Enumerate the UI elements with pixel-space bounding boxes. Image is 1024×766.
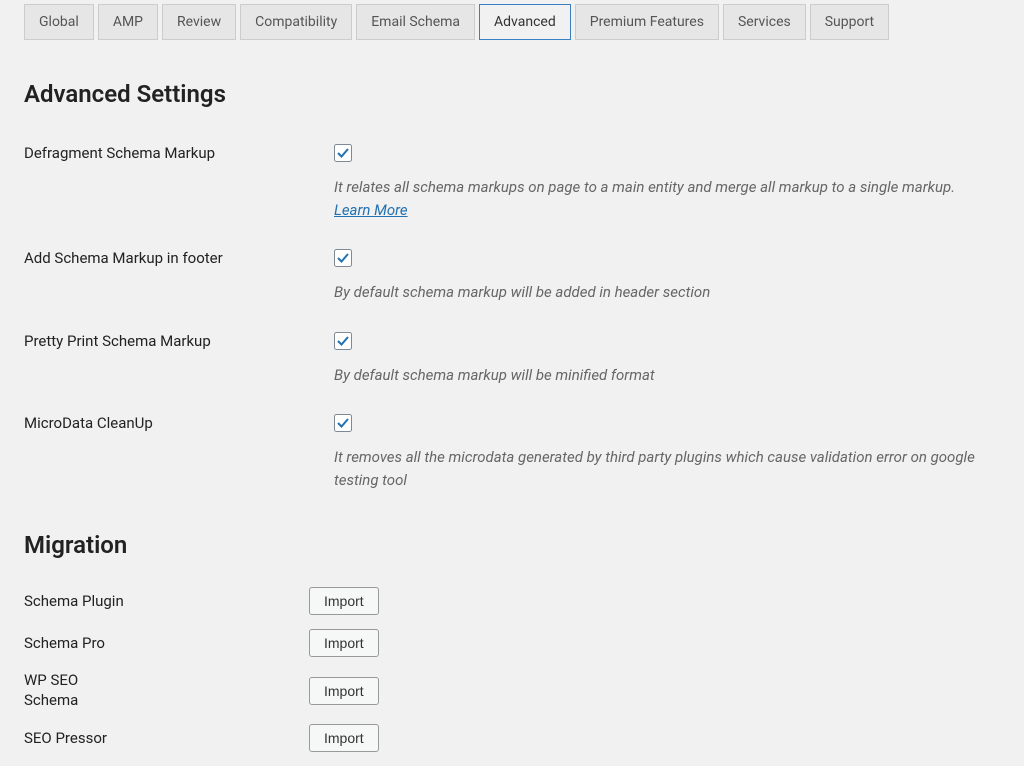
content-area: Advanced Settings Defragment Schema Mark…: [0, 40, 1024, 752]
import-seo-pressor-button[interactable]: Import: [309, 724, 379, 752]
tab-amp[interactable]: AMP: [98, 4, 158, 40]
tab-advanced[interactable]: Advanced: [479, 4, 571, 40]
label-wp-seo-schema: WP SEO Schema: [24, 671, 114, 710]
row-footer: Add Schema Markup in footer By default s…: [24, 249, 1000, 304]
checkbox-checked-icon: [334, 144, 352, 162]
tab-global[interactable]: Global: [24, 4, 94, 40]
label-pretty: Pretty Print Schema Markup: [24, 332, 334, 350]
description-pretty: By default schema markup will be minifie…: [334, 364, 994, 387]
tabs-nav: Global AMP Review Compatibility Email Sc…: [0, 4, 1024, 40]
tab-support[interactable]: Support: [810, 4, 889, 40]
checkbox-checked-icon: [334, 332, 352, 350]
checkbox-microdata[interactable]: [334, 414, 1000, 436]
row-seo-pressor: SEO Pressor Import: [24, 724, 1000, 752]
label-microdata: MicroData CleanUp: [24, 414, 334, 432]
import-schema-plugin-button[interactable]: Import: [309, 587, 379, 615]
label-schema-plugin: Schema Plugin: [24, 592, 309, 610]
import-schema-pro-button[interactable]: Import: [309, 629, 379, 657]
label-seo-pressor: SEO Pressor: [24, 729, 309, 747]
row-defragment: Defragment Schema Markup It relates all …: [24, 144, 1000, 221]
row-schema-plugin: Schema Plugin Import: [24, 587, 1000, 615]
tab-services[interactable]: Services: [723, 4, 806, 40]
checkbox-pretty[interactable]: [334, 332, 1000, 354]
checkbox-checked-icon: [334, 249, 352, 267]
import-wp-seo-schema-button[interactable]: Import: [309, 677, 379, 705]
advanced-settings-heading: Advanced Settings: [24, 80, 1000, 108]
row-wp-seo-schema: WP SEO Schema Import: [24, 671, 1000, 710]
row-schema-pro: Schema Pro Import: [24, 629, 1000, 657]
checkbox-checked-icon: [334, 414, 352, 432]
description-microdata: It removes all the microdata generated b…: [334, 446, 994, 491]
row-microdata: MicroData CleanUp It removes all the mic…: [24, 414, 1000, 491]
tab-review[interactable]: Review: [162, 4, 236, 40]
tab-compatibility[interactable]: Compatibility: [240, 4, 352, 40]
row-pretty: Pretty Print Schema Markup By default sc…: [24, 332, 1000, 387]
checkbox-defragment[interactable]: [334, 144, 1000, 166]
description-footer: By default schema markup will be added i…: [334, 281, 994, 304]
label-schema-pro: Schema Pro: [24, 634, 309, 652]
migration-heading: Migration: [24, 531, 1000, 559]
label-footer: Add Schema Markup in footer: [24, 249, 334, 267]
tab-premium-features[interactable]: Premium Features: [575, 4, 719, 40]
tab-email-schema[interactable]: Email Schema: [356, 4, 475, 40]
description-defragment: It relates all schema markups on page to…: [334, 176, 994, 221]
learn-more-link[interactable]: Learn More: [334, 201, 408, 219]
checkbox-footer[interactable]: [334, 249, 1000, 271]
label-defragment: Defragment Schema Markup: [24, 144, 334, 162]
